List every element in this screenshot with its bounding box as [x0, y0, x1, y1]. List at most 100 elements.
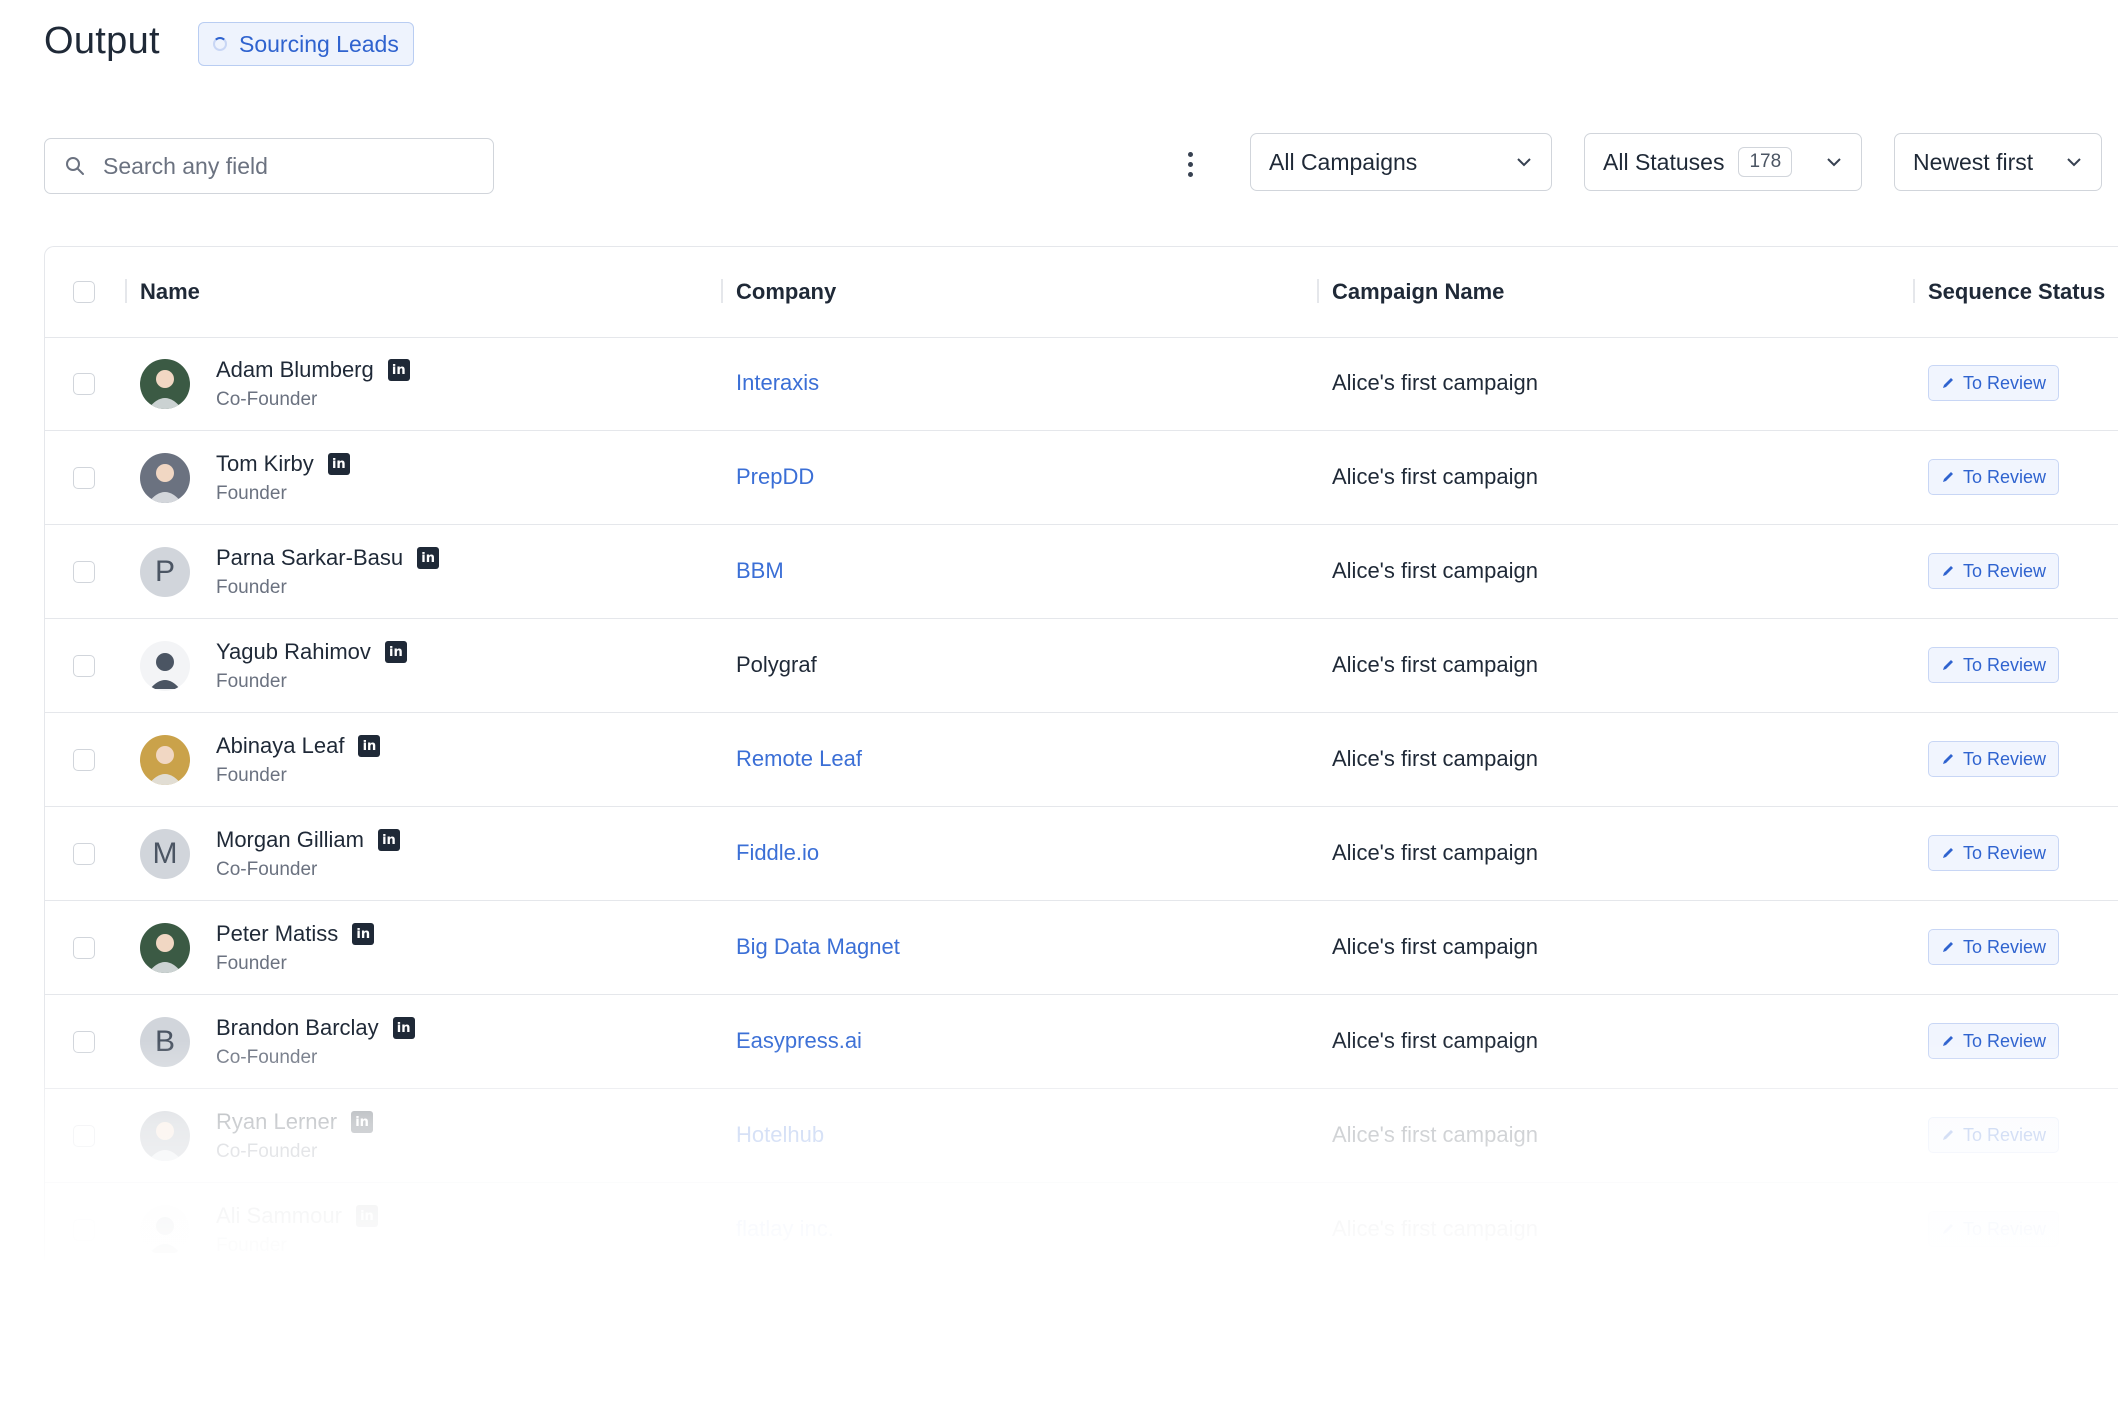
search-box[interactable] — [44, 138, 494, 194]
sequence-status-badge[interactable]: To Review — [1928, 1023, 2060, 1059]
linkedin-icon[interactable]: in — [352, 923, 375, 945]
spinner-icon — [213, 37, 227, 51]
avatar — [140, 453, 190, 503]
sequence-status-badge[interactable]: To Review — [1928, 1211, 2060, 1247]
linkedin-icon[interactable]: in — [358, 735, 381, 757]
lead-name[interactable]: Ali Sammour in — [216, 1203, 378, 1229]
select-all-checkbox[interactable] — [73, 281, 95, 303]
lead-name[interactable]: Parna Sarkar-Basu in — [216, 545, 440, 571]
company-cell[interactable]: Fiddle.io — [736, 807, 819, 899]
lead-title: Co-Founder — [216, 1141, 318, 1162]
search-input[interactable] — [101, 151, 465, 181]
table-row[interactable]: B Brandon Barclay in Co-Founder Easypres… — [45, 995, 2118, 1089]
campaign-filter-select[interactable]: All Campaigns — [1250, 133, 1552, 191]
status-label: To Review — [1963, 1124, 2047, 1145]
lead-name-text[interactable]: Abinaya Leaf — [216, 733, 344, 759]
company-cell[interactable]: Interaxis — [736, 337, 819, 429]
table-row[interactable]: Yagub Rahimov in Founder Polygraf Alice'… — [45, 619, 2118, 713]
table-row[interactable]: Tom Kirby in Founder PrepDD Alice's firs… — [45, 431, 2118, 525]
campaign-cell: Alice's first campaign — [1332, 464, 1538, 489]
lead-name[interactable]: Peter Matiss in — [216, 921, 375, 947]
lead-name[interactable]: Ryan Lerner in — [216, 1109, 374, 1135]
sort-select[interactable]: Newest first — [1894, 133, 2102, 191]
column-header-sequence-status[interactable]: Sequence Status — [1928, 247, 2105, 337]
pencil-icon — [1943, 942, 1953, 952]
lead-title: Founder — [216, 765, 287, 786]
chevron-down-icon — [1517, 158, 1531, 167]
row-checkbox[interactable] — [73, 1219, 95, 1241]
row-checkbox[interactable] — [73, 467, 95, 489]
status-pill: Sourcing Leads — [198, 22, 414, 66]
row-checkbox[interactable] — [73, 373, 95, 395]
status-label: To Review — [1963, 936, 2047, 957]
more-vertical-icon — [1187, 151, 1193, 157]
sort-label: Newest first — [1913, 148, 2034, 175]
lead-name[interactable]: Adam Blumberg in — [216, 357, 410, 383]
linkedin-icon[interactable]: in — [384, 641, 407, 663]
lead-name-text[interactable]: Morgan Gilliam — [216, 827, 364, 853]
lead-name[interactable]: Brandon Barclay in — [216, 1015, 415, 1041]
avatar — [140, 1205, 190, 1255]
avatar: M — [140, 829, 190, 879]
lead-title: Co-Founder — [216, 859, 318, 880]
sequence-status-badge[interactable]: To Review — [1928, 365, 2060, 401]
column-header-name[interactable]: Name — [140, 247, 200, 337]
lead-name[interactable]: Abinaya Leaf in — [216, 733, 381, 759]
lead-name[interactable]: Tom Kirby in — [216, 451, 350, 477]
lead-name-text[interactable]: Parna Sarkar-Basu — [216, 545, 403, 571]
more-options-button[interactable] — [1176, 146, 1204, 182]
pencil-icon — [1943, 1224, 1953, 1234]
row-checkbox[interactable] — [73, 843, 95, 865]
status-label: To Review — [1963, 466, 2047, 487]
column-header-campaign[interactable]: Campaign Name — [1332, 247, 1504, 337]
company-cell[interactable]: Remote Leaf — [736, 713, 862, 805]
company-cell[interactable]: BBM — [736, 525, 784, 617]
lead-name-text[interactable]: Ryan Lerner — [216, 1109, 337, 1135]
lead-name-text[interactable]: Peter Matiss — [216, 921, 338, 947]
lead-name-text[interactable]: Tom Kirby — [216, 451, 314, 477]
linkedin-icon[interactable]: in — [417, 547, 440, 569]
company-cell[interactable]: Hotelhub — [736, 1089, 824, 1181]
company-cell[interactable]: PrepDD — [736, 431, 814, 523]
pencil-icon — [1943, 754, 1953, 764]
row-checkbox[interactable] — [73, 937, 95, 959]
lead-title: Founder — [216, 671, 287, 692]
sequence-status-badge[interactable]: To Review — [1928, 835, 2060, 871]
company-cell[interactable]: Easypress.ai — [736, 995, 862, 1087]
status-label: To Review — [1963, 654, 2047, 675]
avatar — [140, 1111, 190, 1161]
table-row[interactable]: Abinaya Leaf in Founder Remote Leaf Alic… — [45, 713, 2118, 807]
sequence-status-badge[interactable]: To Review — [1928, 741, 2060, 777]
lead-name-text[interactable]: Brandon Barclay — [216, 1015, 379, 1041]
sequence-status-badge[interactable]: To Review — [1928, 647, 2060, 683]
linkedin-icon[interactable]: in — [387, 359, 410, 381]
linkedin-icon[interactable]: in — [355, 1205, 378, 1227]
lead-name[interactable]: Morgan Gilliam in — [216, 827, 400, 853]
lead-name-text[interactable]: Yagub Rahimov — [216, 639, 371, 665]
sequence-status-badge[interactable]: To Review — [1928, 553, 2060, 589]
company-cell[interactable]: Big Data Magnet — [736, 901, 900, 993]
row-checkbox[interactable] — [73, 749, 95, 771]
status-filter-select[interactable]: All Statuses 178 — [1584, 133, 1862, 191]
row-checkbox[interactable] — [73, 1125, 95, 1147]
linkedin-icon[interactable]: in — [392, 1017, 415, 1039]
column-header-company[interactable]: Company — [736, 247, 836, 337]
table-row[interactable]: Ryan Lerner in Co-Founder Hotelhub Alice… — [45, 1089, 2118, 1183]
lead-name-text[interactable]: Adam Blumberg — [216, 357, 374, 383]
table-row[interactable]: Adam Blumberg in Co-Founder Interaxis Al… — [45, 337, 2118, 431]
pencil-icon — [1943, 1130, 1953, 1140]
sequence-status-badge[interactable]: To Review — [1928, 459, 2060, 495]
linkedin-icon[interactable]: in — [377, 829, 400, 851]
sequence-status-badge[interactable]: To Review — [1928, 929, 2060, 965]
lead-name-text[interactable]: Ali Sammour — [216, 1203, 342, 1229]
table-row[interactable]: Peter Matiss in Founder Big Data Magnet … — [45, 901, 2118, 995]
table-row[interactable]: P Parna Sarkar-Basu in Founder BBM Alice… — [45, 525, 2118, 619]
linkedin-icon[interactable]: in — [351, 1111, 374, 1133]
row-checkbox[interactable] — [73, 561, 95, 583]
table-row[interactable]: M Morgan Gilliam in Co-Founder Fiddle.io… — [45, 807, 2118, 901]
lead-name[interactable]: Yagub Rahimov in — [216, 639, 407, 665]
linkedin-icon[interactable]: in — [327, 453, 350, 475]
row-checkbox[interactable] — [73, 655, 95, 677]
row-checkbox[interactable] — [73, 1031, 95, 1053]
sequence-status-badge[interactable]: To Review — [1928, 1117, 2060, 1153]
